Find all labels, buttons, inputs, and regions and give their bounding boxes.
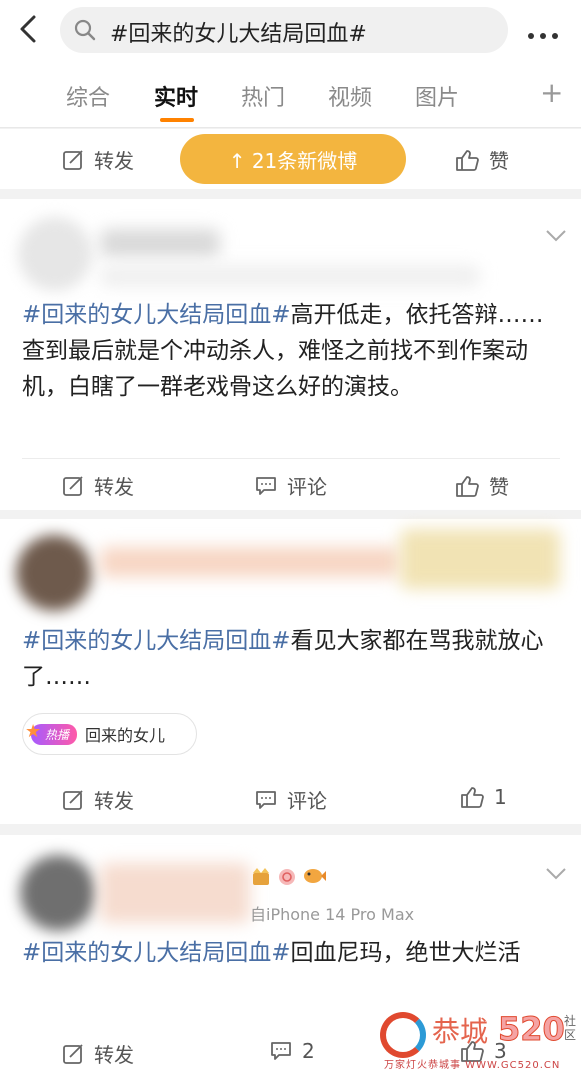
post-card: #回来的女儿大结局回血#看见大家都在骂我就放心了…… 热播 回来的女儿 转发 评… <box>0 519 581 824</box>
post-text: #回来的女儿大结局回血#回血尼玛，绝世大烂活 <box>22 935 562 971</box>
comment-count: 2 <box>302 1039 315 1063</box>
top-bar: #回来的女儿大结局回血# <box>0 0 581 62</box>
topic-link[interactable]: #回来的女儿大结局回血# <box>22 940 291 966</box>
post-source: 自iPhone 14 Pro Max <box>250 905 415 924</box>
back-arrow-icon[interactable] <box>14 14 44 44</box>
repost-icon <box>63 475 83 496</box>
site-watermark: 恭城 520 社区 万家灯火恭城事 WWW.GC520.CN <box>380 1010 580 1072</box>
username[interactable] <box>100 547 400 577</box>
tab-realtime[interactable]: 实时 <box>154 80 198 112</box>
thumbs-up-icon <box>461 787 484 808</box>
post-text: #回来的女儿大结局回血#高开低走，依托答辩……查到最后就是个冲动杀人，难怪之前找… <box>22 297 562 405</box>
topic-link[interactable]: #回来的女儿大结局回血# <box>22 628 291 654</box>
search-input[interactable]: #回来的女儿大结局回血# <box>60 7 508 53</box>
username[interactable] <box>100 863 250 923</box>
like-button[interactable]: 1 <box>460 785 507 809</box>
repost-icon <box>63 149 83 170</box>
repost-label: 转发 <box>94 149 134 173</box>
comment-button[interactable]: 2 <box>270 1039 315 1063</box>
add-tab-icon[interactable]: + <box>540 79 563 107</box>
tab-video[interactable]: 视频 <box>328 80 372 112</box>
watermark-logo-icon <box>380 1012 426 1058</box>
repost-button[interactable]: 转发 <box>62 145 134 174</box>
like-count: 1 <box>494 785 507 809</box>
watermark-side: 社区 <box>564 1014 577 1042</box>
badge-icons <box>250 865 326 887</box>
active-tab-indicator <box>160 118 194 122</box>
watermark-brand: 恭城 <box>432 1015 489 1048</box>
repost-button[interactable]: 转发 <box>62 785 134 814</box>
watermark-subtitle: 万家灯火恭城事 WWW.GC520.CN <box>384 1060 561 1071</box>
comment-label: 评论 <box>287 475 327 499</box>
divider <box>22 458 560 459</box>
hot-badge: 热播 <box>25 721 78 745</box>
like-button[interactable]: 赞 <box>455 145 509 174</box>
repost-label: 转发 <box>94 475 134 499</box>
hot-topic-chip[interactable]: 热播 回来的女儿 <box>22 713 197 755</box>
search-icon <box>74 19 96 41</box>
tab-hot[interactable]: 热门 <box>241 80 285 112</box>
username[interactable] <box>100 229 220 257</box>
comment-icon <box>256 476 276 495</box>
new-posts-button[interactable]: ↑ 21条新微博 <box>180 134 406 184</box>
avatar[interactable] <box>16 535 92 611</box>
fish-badge-icon <box>304 869 326 883</box>
repost-button[interactable]: 转发 <box>62 471 134 500</box>
tab-images[interactable]: 图片 <box>415 80 459 112</box>
chevron-down-icon[interactable] <box>545 229 567 243</box>
snail-badge-icon <box>279 869 295 885</box>
repost-button[interactable]: 转发 <box>62 1039 134 1068</box>
post-decoration <box>400 529 560 589</box>
search-query: #回来的女儿大结局回血# <box>110 22 367 47</box>
more-options-icon[interactable] <box>528 24 568 39</box>
repost-label: 转发 <box>94 789 134 813</box>
tab-comprehensive[interactable]: 综合 <box>66 80 110 112</box>
comment-label: 评论 <box>287 789 327 813</box>
like-label: 赞 <box>489 149 509 173</box>
like-label: 赞 <box>489 475 509 499</box>
post-meta <box>100 265 480 287</box>
comment-icon <box>256 790 276 809</box>
comment-button[interactable]: 评论 <box>255 785 327 814</box>
tab-bar: 综合 实时 热门 视频 图片 + <box>0 62 581 128</box>
chevron-down-icon[interactable] <box>545 867 567 881</box>
post-text: #回来的女儿大结局回血#看见大家都在骂我就放心了…… <box>22 623 562 695</box>
topic-link[interactable]: #回来的女儿大结局回血# <box>22 302 291 328</box>
comment-icon <box>271 1042 291 1060</box>
repost-icon <box>63 1043 83 1064</box>
comment-button[interactable]: 评论 <box>255 471 327 500</box>
crown-badge-icon <box>253 868 269 885</box>
hot-topic-label: 回来的女儿 <box>85 726 166 745</box>
watermark-number: 520 <box>498 1010 566 1049</box>
repost-label: 转发 <box>94 1043 134 1067</box>
post-card: #回来的女儿大结局回血#高开低走，依托答辩……查到最后就是个冲动杀人，难怪之前找… <box>0 199 581 510</box>
like-button[interactable]: 赞 <box>455 471 509 500</box>
avatar[interactable] <box>20 855 96 931</box>
thumbs-up-icon <box>456 149 479 171</box>
avatar[interactable] <box>18 217 92 291</box>
post-body: 回血尼玛，绝世大烂活 <box>290 940 521 966</box>
repost-icon <box>63 789 83 810</box>
thumbs-up-icon <box>456 475 479 497</box>
